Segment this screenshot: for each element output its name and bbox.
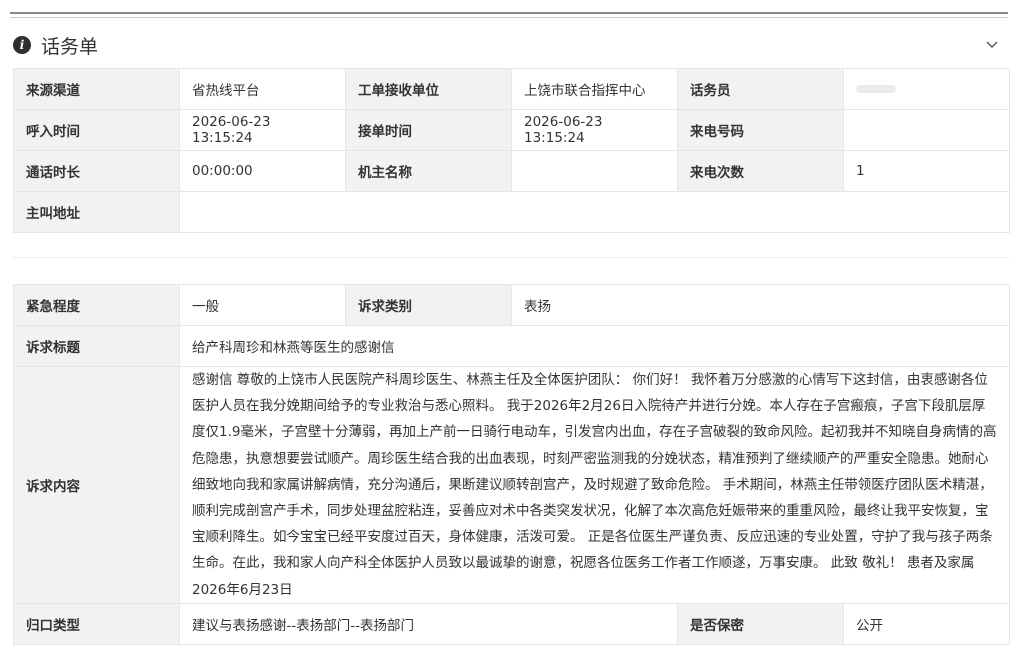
address-value [179,191,1010,233]
chevron-down-icon[interactable] [984,36,1000,52]
content-value: 感谢信 尊敬的上饶市人民医院产科周珍医生、林燕主任及全体医护团队： 你们好！ 我… [178,366,1011,604]
operator-value [843,68,1010,110]
owner-value [511,150,678,192]
unit-label: 工单接收单位 [345,68,512,110]
address-label: 主叫地址 [13,191,180,233]
category-value: 建议与表扬感谢--表扬部门--表扬部门 [179,602,678,645]
type-label: 诉求类别 [345,284,512,326]
unit-value: 上饶市联合指挥中心 [511,68,678,110]
table-row: 主叫地址 [13,191,1010,233]
content-label: 诉求内容 [13,366,180,604]
call-info-table: 来源渠道 省热线平台 工单接收单位 上饶市联合指挥中心 话务员 呼入时间 202… [13,68,1010,233]
phone-value [843,109,1010,151]
owner-label: 机主名称 [345,150,512,192]
top-border [10,12,1008,14]
table-row: 归口类型 建议与表扬感谢--表扬部门--表扬部门 是否保密 公开 [13,602,1011,645]
secret-value: 公开 [842,602,1011,645]
panel-title: 话务单 [41,35,99,58]
table-row: 紧急程度 一般 诉求类别 表扬 [13,284,1011,326]
duration-value: 00:00:00 [179,150,346,192]
redacted-mark [856,85,896,93]
panel-header[interactable]: i 话务单 [10,26,1008,64]
section-divider [13,257,1009,258]
answer-value: 2026-06-23 13:15:24 [511,109,678,151]
count-value: 1 [843,150,1010,192]
call-in-value: 2026-06-23 13:15:24 [179,109,346,151]
table-row: 来源渠道 省热线平台 工单接收单位 上饶市联合指挥中心 话务员 [13,68,1010,110]
category-label: 归口类型 [13,602,180,645]
urgency-value: 一般 [179,284,346,326]
table-row: 呼入时间 2026-06-23 13:15:24 接单时间 2026-06-23… [13,109,1010,151]
call-in-label: 呼入时间 [13,109,180,151]
urgency-label: 紧急程度 [13,284,180,326]
phone-label: 来电号码 [677,109,844,151]
request-info-table: 紧急程度 一般 诉求类别 表扬 诉求标题 给产科周珍和林燕等医生的感谢信 诉求内… [13,284,1011,645]
table-row: 通话时长 00:00:00 机主名称 来电次数 1 [13,150,1010,192]
count-label: 来电次数 [677,150,844,192]
source-label: 来源渠道 [13,68,180,110]
operator-label: 话务员 [677,68,844,110]
table-row: 诉求标题 给产科周珍和林燕等医生的感谢信 [13,325,1011,367]
title-value: 给产科周珍和林燕等医生的感谢信 [178,325,1011,367]
top-border-secondary [10,17,1008,18]
info-icon: i [13,36,31,54]
secret-label: 是否保密 [677,602,844,645]
source-value: 省热线平台 [179,68,346,110]
title-label: 诉求标题 [13,325,180,367]
type-value: 表扬 [510,284,1011,326]
duration-label: 通话时长 [13,150,180,192]
answer-label: 接单时间 [345,109,512,151]
table-row: 诉求内容 感谢信 尊敬的上饶市人民医院产科周珍医生、林燕主任及全体医护团队： 你… [13,366,1011,604]
